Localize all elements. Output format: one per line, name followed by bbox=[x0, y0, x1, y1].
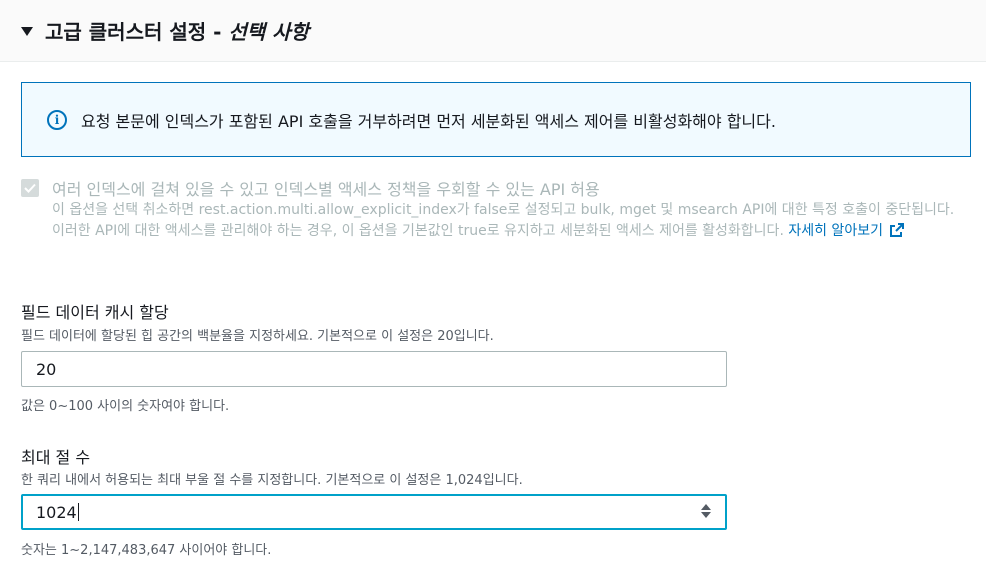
section-header[interactable]: 고급 클러스터 설정 - 선택 사항 bbox=[0, 0, 986, 62]
external-link-icon bbox=[889, 223, 904, 237]
fielddata-value: 20 bbox=[36, 359, 57, 379]
max-clause-hint: 숫자는 1~2,147,483,647 사이어야 합니다. bbox=[21, 543, 272, 558]
max-clause-value: 1024 bbox=[36, 502, 77, 522]
info-alert: i 요청 본문에 인덱스가 포함된 API 호출을 거부하려면 먼저 세분화된 … bbox=[21, 82, 971, 157]
fielddata-hint: 값은 0~100 사이의 숫자여야 합니다. bbox=[21, 399, 230, 414]
fielddata-label: 필드 데이터 캐시 할당 bbox=[21, 303, 169, 322]
max-clause-description: 한 쿼리 내에서 허용되는 최대 부울 절 수를 지정합니다. 기본적으로 이 … bbox=[21, 473, 523, 488]
learn-more-link[interactable]: 자세히 알아보기 bbox=[788, 223, 905, 239]
checkmark-icon bbox=[24, 183, 36, 193]
fielddata-description: 필드 데이터에 할당된 힙 공간의 백분율을 지정하세요. 기본적으로 이 설정… bbox=[21, 329, 494, 344]
max-clause-label: 최대 절 수 bbox=[21, 448, 91, 467]
alert-text: 요청 본문에 인덱스가 포함된 API 호출을 거부하려면 먼저 세분화된 액세… bbox=[81, 111, 776, 131]
multi-index-checkbox[interactable] bbox=[21, 179, 39, 197]
max-clause-input[interactable]: 1024 bbox=[21, 494, 727, 530]
stepper-down-icon[interactable] bbox=[701, 512, 711, 518]
fielddata-input[interactable]: 20 bbox=[21, 351, 727, 387]
number-stepper[interactable] bbox=[701, 504, 711, 518]
section-title: 고급 클러스터 설정 - 선택 사항 bbox=[45, 20, 309, 44]
optional-label: 선택 사항 bbox=[228, 20, 309, 44]
text-cursor bbox=[77, 503, 79, 521]
stepper-up-icon[interactable] bbox=[701, 504, 711, 510]
info-icon: i bbox=[47, 109, 67, 130]
caret-down-icon[interactable] bbox=[21, 27, 33, 36]
multi-index-label: 여러 인덱스에 걸쳐 있을 수 있고 인덱스별 액세스 정책을 우회할 수 있는… bbox=[52, 180, 600, 199]
multi-index-description: 이 옵션을 선택 취소하면 rest.action.multi.allow_ex… bbox=[52, 202, 955, 239]
